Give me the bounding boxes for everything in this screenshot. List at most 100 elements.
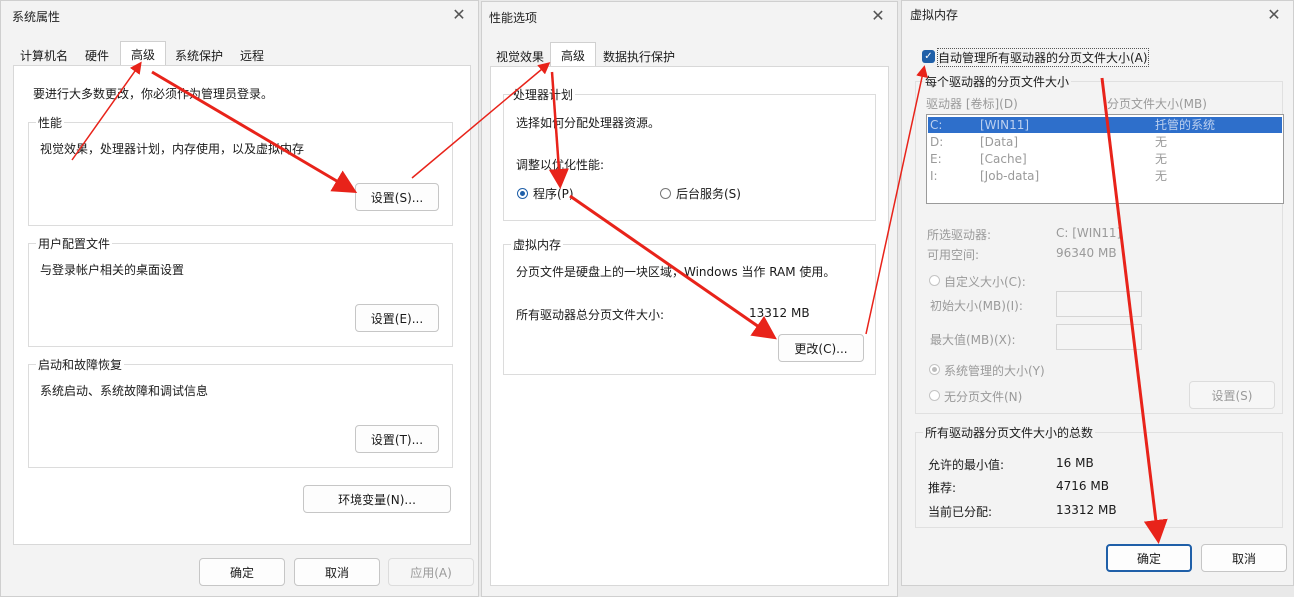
tab-strip: 计算机名 硬件 高级 系统保护 远程 xyxy=(13,41,473,66)
background-services-label[interactable]: 后台服务(S) xyxy=(676,185,741,202)
max-size-input[interactable] xyxy=(1056,324,1142,350)
drive-letter: I: xyxy=(930,169,938,183)
per-drive-title: 每个驱动器的分页文件大小 xyxy=(923,73,1072,90)
performance-group: 性能 视觉效果，处理器计划，内存使用，以及虚拟内存 设置(S)... xyxy=(28,114,453,226)
drive-column-header: 驱动器 [卷标](D) xyxy=(926,97,1018,111)
system-properties-dialog: 系统属性 ✕ 计算机名 硬件 高级 系统保护 远程 要进行大多数更改，你必须作为… xyxy=(0,0,479,597)
min-allowed-label: 允许的最小值: xyxy=(928,458,1005,472)
environment-variables-button[interactable]: 环境变量(N)... xyxy=(303,485,451,513)
tab-dep[interactable]: 数据执行保护 xyxy=(598,45,680,67)
drive-letter: E: xyxy=(930,152,942,166)
free-space-value: 96340 MB xyxy=(1056,246,1117,260)
system-managed-radio[interactable] xyxy=(929,364,940,375)
adjust-for-label: 调整以优化性能: xyxy=(516,158,605,172)
virtual-memory-group: 虚拟内存 分页文件是硬盘上的一块区域，Windows 当作 RAM 使用。 所有… xyxy=(503,236,876,375)
totals-group: 所有驱动器分页文件大小的总数 允许的最小值: 16 MB 推荐: 4716 MB… xyxy=(915,424,1283,528)
user-profile-settings-button[interactable]: 设置(E)... xyxy=(355,304,439,332)
virtual-memory-dialog: 虚拟内存 ✕ ✓ 自动管理所有驱动器的分页文件大小(A) 每个驱动器的分页文件大… xyxy=(901,0,1294,586)
virtual-memory-title: 虚拟内存 xyxy=(511,236,564,253)
initial-size-input[interactable] xyxy=(1056,291,1142,317)
free-space-label: 可用空间: xyxy=(927,248,980,262)
virtual-memory-desc: 分页文件是硬盘上的一块区域，Windows 当作 RAM 使用。 xyxy=(516,265,836,279)
cancel-button[interactable]: 取消 xyxy=(1201,544,1287,572)
auto-manage-label[interactable]: 自动管理所有驱动器的分页文件大小(A) xyxy=(937,48,1149,67)
close-icon[interactable]: ✕ xyxy=(1263,5,1285,25)
no-paging-radio[interactable] xyxy=(929,390,940,401)
ok-button[interactable]: 确定 xyxy=(1106,544,1192,572)
drive-size: 无 xyxy=(1155,169,1168,183)
recommended-label: 推荐: xyxy=(928,481,957,495)
table-row[interactable]: E: [Cache] 无 xyxy=(928,151,1282,167)
startup-recovery-group: 启动和故障恢复 系统启动、系统故障和调试信息 设置(T)... xyxy=(28,356,453,468)
performance-title: 性能 xyxy=(36,114,65,131)
startup-recovery-title: 启动和故障恢复 xyxy=(36,356,125,373)
admin-note: 要进行大多数更改，你必须作为管理员登录。 xyxy=(33,87,274,101)
background-services-radio[interactable] xyxy=(660,188,671,199)
advanced-panel: 要进行大多数更改，你必须作为管理员登录。 性能 视觉效果，处理器计划，内存使用，… xyxy=(13,65,471,545)
system-managed-label[interactable]: 系统管理的大小(Y) xyxy=(944,362,1045,379)
custom-size-radio[interactable] xyxy=(929,275,940,286)
user-profile-desc: 与登录帐户相关的桌面设置 xyxy=(40,263,185,277)
current-allocated-label: 当前已分配: xyxy=(928,505,993,519)
tab-advanced[interactable]: 高级 xyxy=(120,41,166,66)
ok-button[interactable]: 确定 xyxy=(199,558,285,586)
title-bar: 虚拟内存 ✕ xyxy=(902,1,1293,31)
min-allowed-value: 16 MB xyxy=(1056,456,1094,470)
apply-button[interactable]: 应用(A) xyxy=(388,558,474,586)
processor-scheduling-desc: 选择如何分配处理器资源。 xyxy=(516,116,661,130)
set-button[interactable]: 设置(S) xyxy=(1189,381,1275,409)
totals-title: 所有驱动器分页文件大小的总数 xyxy=(923,424,1096,441)
drive-list[interactable]: C: [WIN11] 托管的系统 D: [Data] 无 E: [Cache] … xyxy=(926,114,1284,204)
per-drive-group: 每个驱动器的分页文件大小 驱动器 [卷标](D) 分页文件大小(MB) C: [… xyxy=(915,73,1284,414)
user-profile-group: 用户配置文件 与登录帐户相关的桌面设置 设置(E)... xyxy=(28,235,453,347)
table-row[interactable]: I: [Job-data] 无 xyxy=(928,168,1282,184)
title-bar: 系统属性 ✕ xyxy=(1,1,478,31)
tab-strip: 视觉效果 高级 数据执行保护 xyxy=(490,42,890,67)
initial-size-label: 初始大小(MB)(I): xyxy=(930,299,1023,313)
programs-radio[interactable] xyxy=(517,188,528,199)
dialog-title: 虚拟内存 xyxy=(910,8,959,22)
tab-visual-effects[interactable]: 视觉效果 xyxy=(490,45,550,67)
drive-size: 托管的系统 xyxy=(1155,118,1216,132)
auto-manage-checkbox[interactable]: ✓ xyxy=(922,50,935,63)
performance-settings-button[interactable]: 设置(S)... xyxy=(355,183,439,211)
drive-letter: C: xyxy=(930,118,943,132)
drive-label: [WIN11] xyxy=(980,118,1030,132)
table-row[interactable]: C: [WIN11] 托管的系统 xyxy=(928,117,1282,133)
drive-label: [Job-data] xyxy=(980,169,1040,183)
dialog-title: 系统属性 xyxy=(12,10,61,24)
startup-recovery-desc: 系统启动、系统故障和调试信息 xyxy=(40,384,209,398)
no-paging-label[interactable]: 无分页文件(N) xyxy=(944,388,1022,405)
close-icon[interactable]: ✕ xyxy=(448,5,470,25)
tab-remote[interactable]: 远程 xyxy=(230,44,274,66)
custom-size-label[interactable]: 自定义大小(C): xyxy=(944,273,1026,290)
size-column-header: 分页文件大小(MB) xyxy=(1107,97,1207,111)
cancel-button[interactable]: 取消 xyxy=(294,558,380,586)
user-profile-title: 用户配置文件 xyxy=(36,235,113,252)
title-bar: 性能选项 ✕ xyxy=(482,2,897,32)
drive-size: 无 xyxy=(1155,152,1168,166)
total-paging-size-value: 13312 MB xyxy=(749,306,810,320)
tab-computer-name[interactable]: 计算机名 xyxy=(13,44,75,66)
selected-drive-value: C: [WIN11] xyxy=(1056,226,1122,240)
tab-hardware[interactable]: 硬件 xyxy=(75,44,119,66)
processor-scheduling-title: 处理器计划 xyxy=(511,86,576,103)
drive-size: 无 xyxy=(1155,135,1168,149)
advanced-panel: 处理器计划 选择如何分配处理器资源。 调整以优化性能: 程序(P) 后台服务(S… xyxy=(490,66,889,586)
recommended-value: 4716 MB xyxy=(1056,479,1109,493)
max-size-label: 最大值(MB)(X): xyxy=(930,333,1016,347)
startup-recovery-settings-button[interactable]: 设置(T)... xyxy=(355,425,439,453)
change-button[interactable]: 更改(C)... xyxy=(778,334,864,362)
close-icon[interactable]: ✕ xyxy=(867,6,889,26)
selected-drive-label: 所选驱动器: xyxy=(927,228,992,242)
tab-advanced[interactable]: 高级 xyxy=(550,42,596,67)
performance-desc: 视觉效果，处理器计划，内存使用，以及虚拟内存 xyxy=(40,142,305,156)
processor-scheduling-group: 处理器计划 选择如何分配处理器资源。 调整以优化性能: 程序(P) 后台服务(S… xyxy=(503,86,876,221)
tab-system-protection[interactable]: 系统保护 xyxy=(168,44,230,66)
drive-letter: D: xyxy=(930,135,944,149)
total-paging-size-label: 所有驱动器总分页文件大小: xyxy=(516,308,665,322)
programs-label[interactable]: 程序(P) xyxy=(533,185,574,202)
performance-options-dialog: 性能选项 ✕ 视觉效果 高级 数据执行保护 处理器计划 选择如何分配处理器资源。… xyxy=(481,1,898,597)
current-allocated-value: 13312 MB xyxy=(1056,503,1117,517)
table-row[interactable]: D: [Data] 无 xyxy=(928,134,1282,150)
